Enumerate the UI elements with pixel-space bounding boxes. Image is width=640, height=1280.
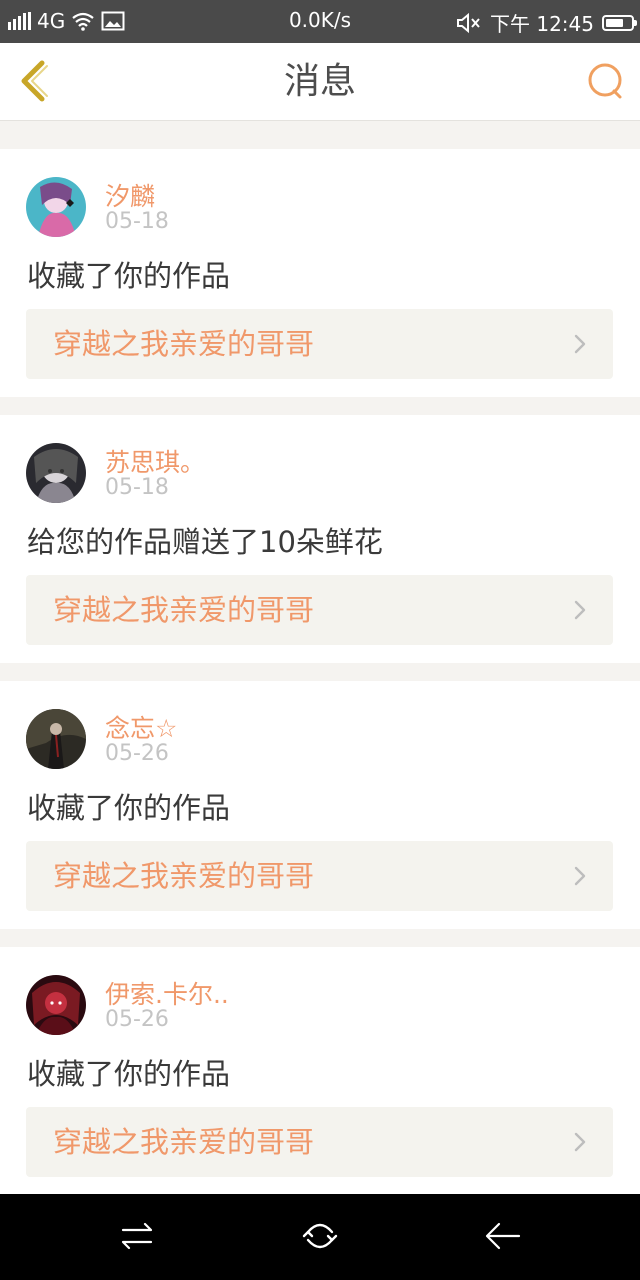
chevron-right-icon [574,866,586,886]
message-date: 05-26 [105,1007,169,1032]
home-icon[interactable] [300,1216,340,1256]
back-arrow-icon[interactable] [483,1216,523,1256]
work-title: 穿越之我亲爱的哥哥 [53,327,315,361]
chevron-right-icon [574,334,586,354]
message-card: 苏思琪。 05-18 给您的作品赠送了10朵鲜花 穿越之我亲爱的哥哥 [0,415,640,663]
message-text: 收藏了你的作品 [27,259,231,293]
sender-name[interactable]: 伊索.卡尔.. [105,975,229,1011]
message-date: 05-26 [105,741,169,766]
work-link[interactable]: 穿越之我亲爱的哥哥 [26,575,613,645]
system-nav-bar [0,1194,640,1280]
avatar[interactable] [26,709,86,769]
work-title: 穿越之我亲爱的哥哥 [53,593,315,627]
sender-name[interactable]: 汐麟 [105,177,155,213]
work-link[interactable]: 穿越之我亲爱的哥哥 [26,309,613,379]
search-icon[interactable] [586,61,626,101]
status-bar: 4G 0.0K/s 下午 12:45 [0,0,640,43]
status-right: 下午 12:45 [456,8,637,37]
message-card: 念忘☆ 05-26 收藏了你的作品 穿越之我亲爱的哥哥 [0,681,640,929]
message-date: 05-18 [105,475,169,500]
message-date: 05-18 [105,209,169,234]
recent-apps-icon[interactable] [117,1216,157,1256]
sender-name[interactable]: 苏思琪。 [105,443,205,479]
avatar[interactable] [26,443,86,503]
app-header: 消息 [0,43,640,121]
work-link[interactable]: 穿越之我亲爱的哥哥 [26,1107,613,1177]
message-list: 汐麟 05-18 收藏了你的作品 穿越之我亲爱的哥哥 苏思琪。 05-18 给您… [0,131,640,1195]
work-link[interactable]: 穿越之我亲爱的哥哥 [26,841,613,911]
mute-icon [457,12,480,33]
message-text: 给您的作品赠送了10朵鲜花 [27,525,383,559]
battery-icon [602,14,637,31]
message-card: 伊索.卡尔.. 05-26 收藏了你的作品 穿越之我亲爱的哥哥 [0,947,640,1195]
clock: 下午 12:45 [490,12,594,36]
chevron-right-icon [574,600,586,620]
page-title: 消息 [283,61,356,102]
message-card: 汐麟 05-18 收藏了你的作品 穿越之我亲爱的哥哥 [0,149,640,397]
message-text: 收藏了你的作品 [27,791,231,825]
avatar[interactable] [26,177,86,237]
work-title: 穿越之我亲爱的哥哥 [53,1125,315,1159]
work-title: 穿越之我亲爱的哥哥 [53,859,315,893]
message-text: 收藏了你的作品 [27,1057,231,1091]
sender-name[interactable]: 念忘☆ [105,709,177,745]
chevron-right-icon [574,1132,586,1152]
avatar[interactable] [26,975,86,1035]
